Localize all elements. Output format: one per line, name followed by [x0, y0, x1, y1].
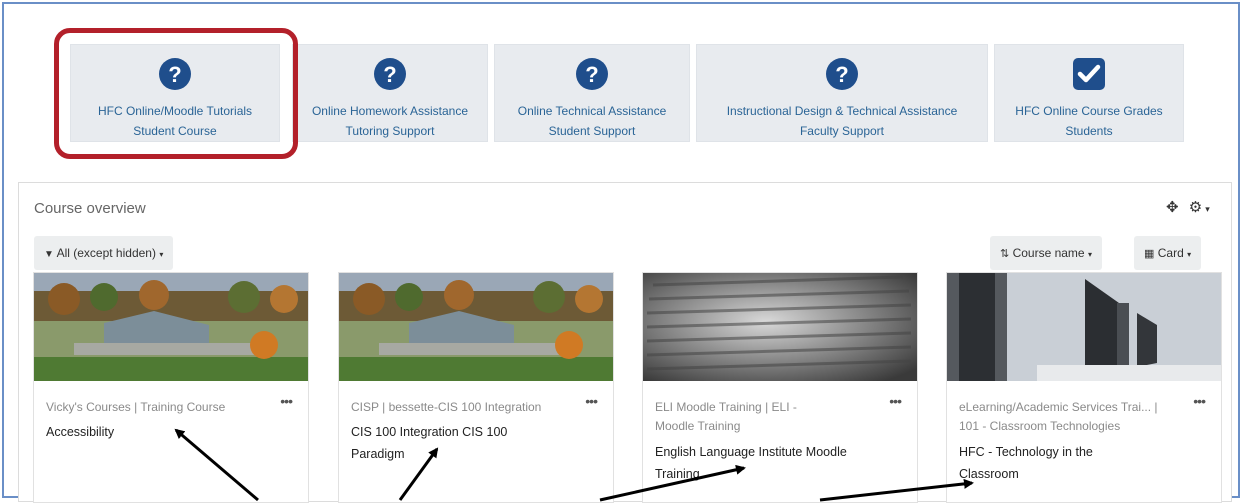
course-category: ELI Moodle Training | ELI - Moodle Train… [655, 400, 797, 433]
svg-text:?: ? [383, 62, 396, 87]
course-name[interactable]: English Language Institute Moodle Traini… [655, 441, 885, 485]
course-card[interactable]: eLearning/Academic Services Trai... | 10… [946, 272, 1222, 503]
course-card[interactable]: Vicky's Courses | Training Course ••• Ac… [33, 272, 309, 503]
filter-dropdown[interactable]: ▼ All (except hidden) ▾ [34, 236, 174, 270]
course-name[interactable]: Accessibility [46, 421, 276, 443]
sort-dropdown[interactable]: ⇅ Course name ▾ [990, 236, 1102, 270]
tile-homework-assistance[interactable]: ? Online Homework Assistance Tutoring Su… [292, 44, 488, 142]
tile-instructional-design[interactable]: ? Instructional Design & Technical Assis… [696, 44, 988, 142]
chevron-down-icon: ▾ [1187, 250, 1192, 259]
course-image-campus[interactable] [34, 273, 308, 381]
checkbox-checked-icon [1072, 57, 1106, 91]
block-title: Course overview [34, 200, 146, 217]
course-image-computer[interactable] [947, 273, 1221, 381]
course-name[interactable]: CIS 100 Integration CIS 100 Paradigm [351, 421, 551, 465]
sort-label: Course name [1012, 246, 1085, 260]
tile-title: Online Homework Assistance [311, 104, 469, 118]
course-category: eLearning/Academic Services Trai... | 10… [959, 400, 1158, 433]
tile-title: Online Technical Assistance [517, 104, 667, 118]
more-options-icon[interactable]: ••• [1193, 393, 1206, 409]
question-circle-icon: ? [825, 57, 859, 91]
course-category: CISP | bessette-CIS 100 Integration [351, 400, 542, 414]
question-circle-icon: ? [373, 57, 407, 91]
chevron-down-icon[interactable]: ▾ [1205, 204, 1210, 214]
svg-text:?: ? [585, 62, 598, 87]
grid-icon: ▦ [1144, 248, 1155, 260]
highlight-circle [54, 28, 298, 159]
question-circle-icon: ? [575, 57, 609, 91]
view-dropdown[interactable]: ▦ Card ▾ [1134, 236, 1202, 270]
tile-subtitle: Tutoring Support [345, 124, 435, 138]
tile-subtitle: Students [1065, 124, 1113, 138]
course-card[interactable]: CISP | bessette-CIS 100 Integration ••• … [338, 272, 614, 503]
gear-icon[interactable]: ⚙ [1189, 199, 1202, 216]
chevron-down-icon: ▾ [159, 250, 164, 259]
tile-title: Instructional Design & Technical Assista… [726, 104, 958, 118]
move-icon[interactable]: ✥ [1166, 199, 1179, 216]
course-image-campus[interactable] [339, 273, 613, 381]
block-controls: ✥ ⚙ ▾ [1166, 198, 1210, 216]
tile-technical-assistance[interactable]: ? Online Technical Assistance Student Su… [494, 44, 690, 142]
course-image-dictionary[interactable] [643, 273, 917, 381]
course-category: Vicky's Courses | Training Course [46, 400, 226, 414]
tile-title: HFC Online Course Grades [1015, 104, 1163, 118]
more-options-icon[interactable]: ••• [280, 393, 293, 409]
view-label: Card [1157, 246, 1184, 260]
tile-subtitle: Faculty Support [799, 124, 885, 138]
more-options-icon[interactable]: ••• [585, 393, 598, 409]
tile-subtitle: Student Support [548, 124, 636, 138]
tile-course-grades[interactable]: HFC Online Course Grades Students [994, 44, 1184, 142]
sort-icon: ⇅ [1000, 248, 1010, 260]
course-card[interactable]: ELI Moodle Training | ELI - Moodle Train… [642, 272, 918, 503]
filter-icon: ▼ [44, 249, 54, 260]
svg-text:?: ? [835, 62, 848, 87]
filter-label: All (except hidden) [56, 246, 156, 260]
chevron-down-icon: ▾ [1087, 250, 1092, 259]
course-name[interactable]: HFC - Technology in the Classroom [959, 441, 1139, 485]
more-options-icon[interactable]: ••• [889, 393, 902, 409]
